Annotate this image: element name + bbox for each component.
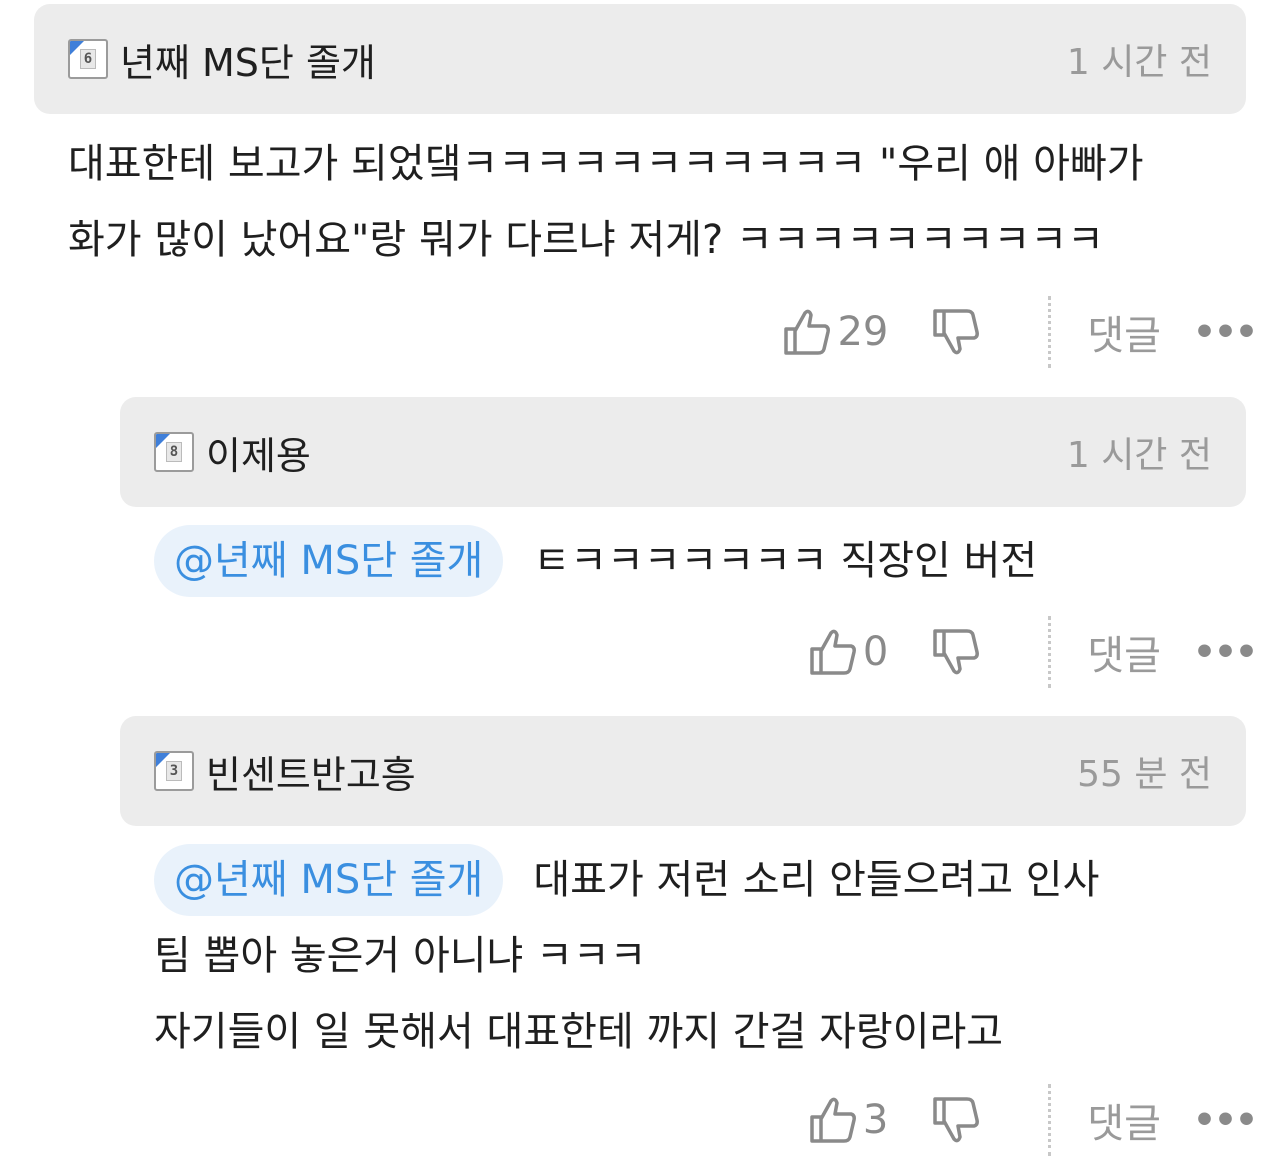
reply-actions: 3 댓글 ••• [809, 1080, 1258, 1160]
comment-actions: 29 댓글 ••• [783, 292, 1258, 372]
divider [1048, 616, 1052, 688]
more-icon[interactable]: ••• [1193, 1100, 1258, 1141]
mention-tag[interactable]: @년째 MS단 졸개 [154, 844, 504, 916]
thumbs-down-icon [932, 1095, 980, 1145]
thumbs-up-icon [809, 627, 857, 677]
reply-body: @년째 MS단 졸개 ㅌㅋㅋㅋㅋㅋㅋㅋ 직장인 버전 [154, 523, 1254, 599]
like-button[interactable]: 3 [809, 1095, 888, 1145]
dislike-button[interactable] [932, 627, 980, 677]
reply-button[interactable]: 댓글 [1087, 1091, 1161, 1149]
comment-time: 55 분 전 [1077, 754, 1212, 795]
more-icon[interactable]: ••• [1193, 632, 1258, 673]
divider [1048, 1084, 1052, 1156]
reply-header: 8 이제용 1 시간 전 [120, 397, 1246, 507]
reply-button[interactable]: 댓글 [1087, 623, 1161, 681]
comment-author[interactable]: 이제용 [206, 425, 311, 480]
mention-tag[interactable]: @년째 MS단 졸개 [154, 525, 504, 597]
level-badge-icon: 3 [154, 751, 194, 791]
more-icon[interactable]: ••• [1193, 312, 1258, 353]
comment-time: 1 시간 전 [1066, 435, 1212, 476]
thumbs-down-icon [932, 627, 980, 677]
comment-line: 자기들이 일 못해서 대표한테 까지 간걸 자랑이라고 [154, 1009, 1004, 1055]
thumbs-up-icon [783, 307, 831, 357]
dislike-button[interactable] [932, 1095, 980, 1145]
like-count: 0 [862, 629, 889, 675]
thumbs-up-icon [809, 1095, 857, 1145]
comment-line: @년째 MS단 졸개 ㅌㅋㅋㅋㅋㅋㅋㅋ 직장인 버전 [154, 523, 1254, 599]
like-button[interactable]: 0 [809, 627, 888, 677]
like-count: 3 [862, 1097, 889, 1143]
comment-line: 화가 많이 났어요"랑 뭐가 다르냐 저게? ㅋㅋㅋㅋㅋㅋㅋㅋㅋㅋ [68, 217, 1104, 263]
reply-header: 3 빈센트반고흥 55 분 전 [120, 716, 1246, 826]
comment-line: @년째 MS단 졸개 대표가 저런 소리 안들으려고 인사 [154, 842, 1254, 918]
comment-author[interactable]: 년째 MS단 졸개 [120, 32, 376, 87]
reply-body: @년째 MS단 졸개 대표가 저런 소리 안들으려고 인사 팀 뽑아 놓은거 아니… [154, 842, 1254, 1070]
dislike-button[interactable] [932, 307, 980, 357]
comment-line: 대표한테 보고가 되었댘ㅋㅋㅋㅋㅋㅋㅋㅋㅋㅋㅋ "우리 애 아빠가 [68, 141, 1144, 187]
comment-body: 대표한테 보고가 되었댘ㅋㅋㅋㅋㅋㅋㅋㅋㅋㅋㅋ "우리 애 아빠가 화가 많이 … [68, 126, 1258, 278]
like-button[interactable]: 29 [783, 307, 888, 357]
comment-header: 6 년째 MS단 졸개 1 시간 전 [34, 4, 1246, 114]
comment-author[interactable]: 빈센트반고흥 [206, 744, 416, 799]
comment-line: 팀 뽑아 놓은거 아니냐 ㅋㅋㅋ [154, 933, 647, 979]
thumbs-down-icon [932, 307, 980, 357]
reply-button[interactable]: 댓글 [1087, 303, 1161, 361]
reply-actions: 0 댓글 ••• [809, 612, 1258, 692]
comment-time: 1 시간 전 [1066, 42, 1212, 83]
like-count: 29 [837, 309, 889, 355]
divider [1048, 296, 1052, 368]
level-badge-icon: 6 [68, 39, 108, 79]
level-badge-icon: 8 [154, 432, 194, 472]
